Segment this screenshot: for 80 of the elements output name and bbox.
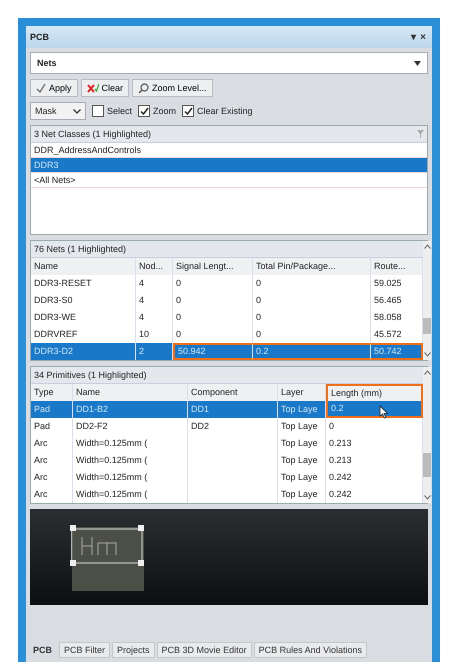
- table-cell: Width=0.125mm (: [73, 435, 188, 452]
- panel-tab[interactable]: PCB 3D Movie Editor: [156, 642, 252, 658]
- table-cell: DD1-B2: [73, 401, 188, 418]
- mode-dropdown[interactable]: Nets: [30, 52, 428, 74]
- table-cell: DDR3-RESET: [31, 275, 136, 292]
- table-cell: DD1: [188, 401, 278, 418]
- toolbar-button[interactable]: Clear: [80, 79, 130, 97]
- table-cell: Top Laye: [278, 401, 326, 418]
- toolbar-button[interactable]: Apply: [30, 79, 78, 97]
- table-cell: Arc: [31, 486, 73, 503]
- table-cell: 0: [173, 275, 253, 292]
- filter-icon: [417, 130, 424, 138]
- checkbox-label: Select: [107, 106, 132, 116]
- search-icon: [138, 82, 150, 94]
- scroll-up-icon[interactable]: [424, 370, 430, 375]
- table-cell: DDR3-D2: [31, 343, 136, 360]
- column-header[interactable]: Nod...: [136, 258, 173, 275]
- panel-control[interactable]: ▾: [409, 31, 418, 43]
- panel-tab[interactable]: Projects: [112, 642, 155, 658]
- table-cell: Width=0.125mm (: [73, 452, 188, 469]
- cursor-icon: [379, 405, 389, 419]
- column-header[interactable]: Name: [31, 258, 136, 275]
- checkbox[interactable]: [138, 105, 150, 117]
- table-cell: Width=0.125mm (: [73, 469, 188, 486]
- table-cell: Pad: [31, 401, 73, 418]
- chevron-icon: [73, 108, 81, 114]
- table-cell: 0: [173, 309, 253, 326]
- table-cell: 4: [136, 309, 173, 326]
- net-class-item[interactable]: <All Nets>: [31, 173, 427, 188]
- scroll-down-icon[interactable]: [424, 495, 430, 500]
- scrollbar[interactable]: [423, 241, 431, 360]
- table-cell: 0: [253, 326, 371, 343]
- table-cell: Arc: [31, 452, 73, 469]
- scroll-down-icon[interactable]: [424, 352, 430, 357]
- table-cell: Top Laye: [278, 435, 326, 452]
- checkbox[interactable]: [182, 105, 194, 117]
- table-cell: 0: [173, 292, 253, 309]
- table-cell: DD2-F2: [73, 418, 188, 435]
- list-header: 3 Net Classes (1 Highlighted): [34, 129, 152, 139]
- net-class-item[interactable]: DDR3: [31, 158, 427, 173]
- mask-dropdown[interactable]: Mask: [30, 102, 86, 120]
- panel-title: PCB: [30, 32, 50, 42]
- checkbox-label: Zoom: [153, 106, 176, 116]
- scrollbar[interactable]: [423, 367, 431, 503]
- table-cell: Top Laye: [278, 452, 326, 469]
- table-cell: Pad: [31, 418, 73, 435]
- table-cell: 0.2: [253, 343, 371, 360]
- panel-tab[interactable]: PCB Rules And Violations: [254, 642, 367, 658]
- table-cell: 4: [136, 292, 173, 309]
- table-cell: Top Laye: [278, 418, 326, 435]
- table-cell: Arc: [31, 435, 73, 452]
- table-cell: Arc: [31, 469, 73, 486]
- checkbox-label: Clear Existing: [197, 106, 253, 116]
- column-header[interactable]: Total Pin/Package...: [253, 258, 371, 275]
- table-cell: 0: [253, 309, 371, 326]
- table-header: 76 Nets (1 Highlighted): [34, 244, 126, 254]
- table-cell: DDR3-S0: [31, 292, 136, 309]
- table-cell: 4: [136, 275, 173, 292]
- checkbox[interactable]: [92, 105, 104, 117]
- table-cell: Top Laye: [278, 469, 326, 486]
- table-cell: DDR3-WE: [31, 309, 136, 326]
- table-cell: DD2: [188, 418, 278, 435]
- scroll-thumb[interactable]: [423, 318, 431, 334]
- table-cell: 0: [253, 292, 371, 309]
- table-cell: Width=0.125mm (: [73, 486, 188, 503]
- cross-icon: [86, 83, 99, 93]
- column-header[interactable]: Signal Lengt...: [173, 258, 253, 275]
- panel-tab[interactable]: PCB Filter: [59, 642, 110, 658]
- table-cell: Top Laye: [278, 486, 326, 503]
- table-cell: 0: [173, 326, 253, 343]
- check-icon: [36, 83, 46, 93]
- toolbar-button[interactable]: Zoom Level...: [132, 79, 213, 97]
- caret-icon: [414, 60, 421, 66]
- table-cell: 50.942: [173, 343, 253, 360]
- table-cell: 0: [253, 275, 371, 292]
- panel-control[interactable]: ×: [418, 32, 428, 43]
- scroll-thumb[interactable]: [423, 453, 431, 477]
- scroll-up-icon[interactable]: [424, 244, 430, 249]
- table-cell: 2: [136, 343, 173, 360]
- table-header: 34 Primitives (1 Highlighted): [34, 370, 147, 380]
